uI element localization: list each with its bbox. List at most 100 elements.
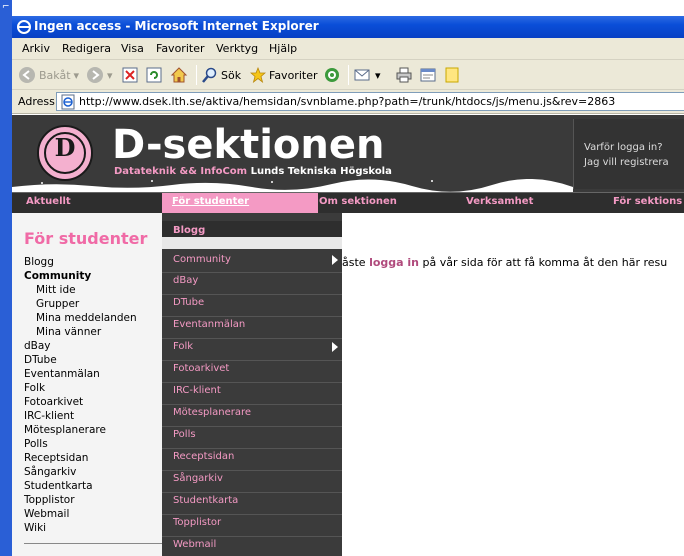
search-button[interactable]: Sök: [202, 65, 241, 85]
mail-dropdown-icon[interactable]: ▾: [375, 69, 381, 82]
dropdown-item-community[interactable]: Community: [162, 250, 342, 272]
sidebar-item-wiki[interactable]: Wiki: [24, 522, 46, 534]
sidebar-item-folk[interactable]: Folk: [24, 382, 45, 394]
sidebar-item-fotoarkivet[interactable]: Fotoarkivet: [24, 396, 83, 408]
dropdown-item-label: Topplistor: [173, 517, 222, 528]
stop-button[interactable]: [122, 65, 138, 85]
dropdown-item-label: Webmail: [173, 539, 217, 550]
dropdown-item-sangarkiv[interactable]: Sångarkiv: [162, 469, 342, 491]
forward-dropdown-icon[interactable]: ▾: [107, 69, 113, 82]
dropdown-item-studentkarta[interactable]: Studentkarta: [162, 491, 342, 513]
refresh-button[interactable]: [146, 65, 162, 85]
address-label: Adress: [18, 95, 55, 108]
sidebar-item-community[interactable]: Community: [24, 270, 91, 282]
dsek-logo[interactable]: D: [37, 125, 93, 181]
dropdown-item-label: Mötesplanerare: [173, 407, 252, 418]
forward-arrow-icon: [87, 67, 103, 83]
dropdown-item-label: dBay: [173, 275, 199, 286]
nav-item-for-sektionsaktiva[interactable]: För sektions: [613, 196, 682, 207]
sidebar: För studenter Blogg Community Mitt ide G…: [12, 213, 163, 556]
dropdown-item-receptsidan[interactable]: Receptsidan: [162, 447, 342, 469]
login-box: Varför logga in? Jag vill registrera: [573, 119, 684, 189]
dropdown-item-label: Blogg: [173, 225, 206, 236]
dropdown-item-label: Polls: [173, 429, 196, 440]
nav-item-for-studenter[interactable]: För studenter: [162, 193, 318, 213]
search-icon: [202, 67, 217, 83]
back-dropdown-icon[interactable]: ▾: [74, 69, 80, 82]
sidebar-item-grupper[interactable]: Grupper: [36, 298, 79, 310]
dropdown-item-label: Community: [173, 254, 231, 265]
sidebar-item-blogg[interactable]: Blogg: [24, 256, 54, 268]
nav-item-om-sektionen[interactable]: Om sektionen: [319, 196, 397, 207]
sidebar-item-mitt-ide[interactable]: Mitt ide: [36, 284, 76, 296]
star-icon: [250, 67, 266, 83]
sidebar-item-sangarkiv[interactable]: Sångarkiv: [24, 466, 76, 478]
favorites-button[interactable]: Favoriter: [250, 65, 317, 85]
dropdown-item-polls[interactable]: Polls: [162, 425, 342, 447]
site-subtitle-school: Lunds Tekniska Högskola: [247, 166, 392, 177]
sidebar-item-eventanmalan[interactable]: Eventanmälan: [24, 368, 100, 380]
nav-item-verksamhet[interactable]: Verksamhet: [466, 196, 533, 207]
dropdown-item-folk[interactable]: Folk: [162, 337, 342, 359]
menu-tools[interactable]: Verktyg: [216, 42, 258, 55]
messenger-button[interactable]: [444, 65, 460, 85]
mail-button[interactable]: ▾: [354, 65, 381, 85]
dropdown-item-label: Folk: [173, 341, 194, 352]
dropdown-item-topplistor[interactable]: Topplistor: [162, 513, 342, 535]
sidebar-item-irc-klient[interactable]: IRC-klient: [24, 410, 74, 422]
dropdown-item-label: Receptsidan: [173, 451, 235, 462]
dropdown-item-label: Fotoarkivet: [173, 363, 230, 374]
access-message-end: på vår sida för att få komma åt den här …: [419, 256, 668, 269]
corner-mark-icon: ⌐: [2, 2, 10, 12]
window-left-edge: ⌐: [0, 0, 12, 556]
sidebar-heading: För studenter: [24, 229, 148, 248]
edit-button[interactable]: [420, 65, 436, 85]
sidebar-item-topplistor[interactable]: Topplistor: [24, 494, 75, 506]
dropdown-item-dtube[interactable]: DTube: [162, 293, 342, 315]
address-input[interactable]: http://www.dsek.lth.se/aktiva/hemsidan/s…: [56, 92, 684, 111]
sidebar-item-motesplanerare[interactable]: Mötesplanerare: [24, 424, 106, 436]
back-arrow-icon: [19, 67, 35, 83]
menu-edit[interactable]: Redigera: [62, 42, 111, 55]
login-link[interactable]: logga in: [369, 256, 419, 269]
site-title: D-sektionen: [112, 122, 385, 168]
menu-favorites[interactable]: Favoriter: [156, 42, 204, 55]
sidebar-item-receptsidan[interactable]: Receptsidan: [24, 452, 88, 464]
why-login-link[interactable]: Varför logga in?: [584, 142, 663, 153]
access-message-start: åste: [342, 256, 370, 269]
search-label: Sök: [221, 68, 242, 82]
title-bar[interactable]: Ingen access - Microsoft Internet Explor…: [12, 16, 684, 38]
sidebar-item-mina-vanner[interactable]: Mina vänner: [36, 326, 101, 338]
media-icon: [325, 68, 339, 82]
dropdown-item-motesplanerare[interactable]: Mötesplanerare: [162, 403, 342, 425]
sidebar-item-studentkarta[interactable]: Studentkarta: [24, 480, 93, 492]
sidebar-item-dbay[interactable]: dBay: [24, 340, 51, 352]
sidebar-item-polls[interactable]: Polls: [24, 438, 48, 450]
menu-help[interactable]: Hjälp: [269, 42, 297, 55]
media-button[interactable]: [324, 65, 340, 85]
print-button[interactable]: [396, 65, 412, 85]
dropdown-hover-band: [162, 237, 342, 249]
register-link[interactable]: Jag vill registrera: [584, 157, 669, 168]
printer-icon: [396, 67, 412, 83]
forward-button[interactable]: ▾: [86, 65, 113, 85]
nav-item-aktuellt[interactable]: Aktuellt: [26, 196, 71, 207]
dropdown-item-webmail[interactable]: Webmail: [162, 535, 342, 556]
main-nav: Aktuellt För studenter Om sektionen Verk…: [12, 192, 684, 213]
for-studenter-dropdown: Blogg Community dBay DTube Eventanmälan …: [162, 213, 342, 556]
dropdown-item-irc-klient[interactable]: IRC-klient: [162, 381, 342, 403]
menu-view[interactable]: Visa: [121, 42, 144, 55]
dropdown-item-dbay[interactable]: dBay: [162, 271, 342, 293]
sidebar-item-webmail[interactable]: Webmail: [24, 508, 69, 520]
dropdown-item-label: Studentkarta: [173, 495, 239, 506]
sidebar-item-dtube[interactable]: DTube: [24, 354, 57, 366]
dropdown-item-fotoarkivet[interactable]: Fotoarkivet: [162, 359, 342, 381]
menu-file[interactable]: Arkiv: [22, 42, 50, 55]
sidebar-item-mina-meddelanden[interactable]: Mina meddelanden: [36, 312, 137, 324]
note-icon: [445, 67, 459, 83]
home-button[interactable]: [170, 65, 188, 85]
edit-page-icon: [420, 68, 436, 82]
back-button[interactable]: Bakåt ▾: [18, 65, 79, 85]
favorites-label: Favoriter: [269, 68, 318, 82]
dropdown-item-eventanmalan[interactable]: Eventanmälan: [162, 315, 342, 337]
